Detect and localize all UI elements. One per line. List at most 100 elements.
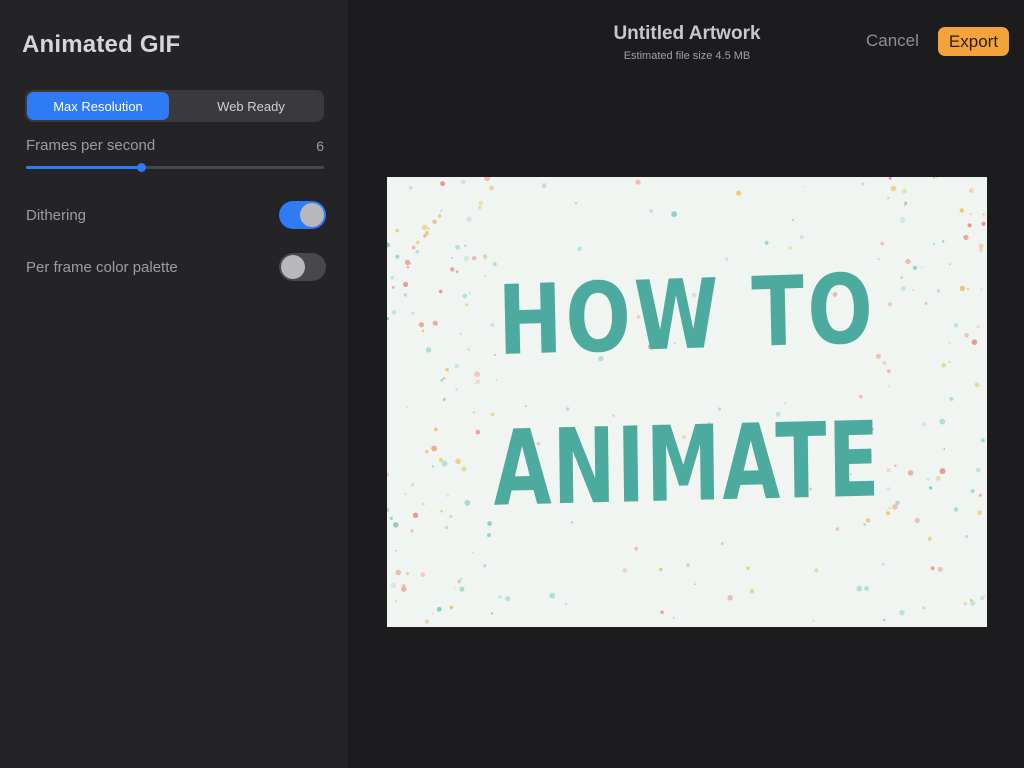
speckle-dot	[451, 256, 453, 259]
speckle-dot	[461, 466, 467, 472]
artwork-text-line-1: HOW TO	[496, 252, 878, 378]
export-button[interactable]: Export	[938, 27, 1009, 56]
speckle-dot	[420, 572, 426, 578]
speckle-dot	[736, 190, 742, 196]
speckle-dot	[882, 618, 886, 622]
speckle-dot	[812, 620, 815, 622]
speckle-dot	[418, 322, 424, 328]
speckle-dot	[421, 224, 428, 231]
fps-slider-thumb[interactable]	[136, 163, 146, 172]
speckle-dot	[791, 218, 795, 222]
speckle-dot	[442, 377, 446, 380]
fps-slider[interactable]	[26, 163, 324, 172]
speckle-dot	[427, 227, 430, 230]
speckle-dot	[409, 262, 412, 265]
speckle-dot	[861, 182, 865, 186]
speckle-dot	[387, 472, 389, 477]
speckle-dot	[389, 516, 393, 520]
speckle-dot	[749, 589, 755, 594]
speckle-dot	[660, 610, 664, 614]
speckle-dot	[459, 586, 465, 592]
speckle-dot	[387, 508, 390, 512]
speckle-dot	[464, 499, 471, 506]
speckle-dot	[963, 234, 969, 240]
settings-panel: Animated GIF Max Resolution Web Ready Fr…	[0, 0, 348, 768]
speckle-dot	[882, 563, 885, 566]
speckle-dot	[440, 509, 443, 513]
speckle-dot	[980, 596, 985, 601]
speckle-dot	[921, 422, 927, 427]
tab-max-resolution[interactable]: Max Resolution	[27, 92, 169, 120]
speckle-dot	[939, 468, 946, 475]
speckle-dot	[978, 493, 982, 497]
speckle-dot	[635, 179, 641, 185]
speckle-dot	[727, 595, 733, 601]
tab-web-ready[interactable]: Web Ready	[180, 92, 322, 120]
speckle-dot	[953, 507, 959, 512]
speckle-dot	[976, 325, 980, 329]
speckle-dot	[483, 254, 487, 258]
cancel-button[interactable]: Cancel	[866, 31, 919, 51]
speckle-dot	[930, 566, 935, 571]
resolution-segmented-control: Max Resolution Web Ready	[25, 90, 324, 122]
speckle-dot	[404, 493, 407, 495]
speckle-dot	[634, 546, 639, 551]
speckle-dot	[394, 600, 398, 603]
speckle-dot	[401, 586, 407, 592]
speckle-dot	[431, 612, 434, 615]
speckle-dot	[671, 211, 677, 218]
speckle-dot	[411, 245, 416, 250]
panel-title: Animated GIF	[22, 31, 181, 58]
speckle-dot	[975, 467, 981, 473]
speckle-dot	[412, 512, 419, 518]
speckle-dot	[970, 488, 975, 494]
speckle-dot	[928, 486, 933, 490]
speckle-dot	[965, 535, 968, 538]
speckle-dot	[935, 475, 941, 481]
speckle-dot	[404, 259, 411, 266]
speckle-dot	[440, 181, 446, 187]
speckle-dot	[449, 605, 454, 610]
speckle-dot	[472, 256, 477, 261]
speckle-dot	[948, 360, 951, 363]
speckle-dot	[486, 533, 492, 538]
speckle-dot	[864, 586, 869, 591]
speckle-dot	[788, 246, 793, 250]
speckle-dot	[460, 179, 466, 185]
speckle-dot	[406, 265, 410, 269]
speckle-dot	[949, 396, 954, 401]
speckle-dot	[395, 549, 397, 552]
speckle-dot	[949, 263, 952, 266]
speckle-dot	[967, 223, 972, 228]
speckle-dot	[475, 379, 481, 384]
speckle-dot	[409, 186, 413, 190]
speckle-dot	[415, 240, 420, 245]
speckle-dot	[969, 598, 973, 602]
speckle-dot	[980, 438, 985, 443]
speckle-dot	[439, 289, 443, 294]
speckle-dot	[489, 185, 494, 191]
speckle-dot	[441, 460, 448, 467]
speckle-dot	[484, 177, 491, 182]
speckle-dot	[549, 592, 556, 599]
speckle-dot	[449, 515, 453, 518]
speckle-dot	[565, 602, 568, 606]
speckle-dot	[901, 188, 907, 194]
speckle-dot	[694, 583, 696, 585]
speckle-dot	[649, 209, 654, 213]
speckle-dot	[887, 196, 890, 200]
speckle-dot	[803, 185, 806, 188]
speckle-dot	[433, 427, 438, 432]
dithering-toggle[interactable]	[279, 201, 326, 229]
speckle-dot	[880, 241, 884, 246]
speckle-dot	[432, 219, 437, 224]
per-frame-palette-toggle[interactable]	[279, 253, 326, 281]
speckle-dot	[464, 244, 467, 247]
speckle-dot	[969, 213, 972, 216]
speckle-dot	[941, 240, 945, 243]
speckle-dot	[432, 320, 438, 326]
speckle-dot	[835, 527, 840, 531]
speckle-dot	[863, 523, 867, 526]
speckle-dot	[403, 281, 409, 287]
speckle-dot	[936, 289, 941, 293]
